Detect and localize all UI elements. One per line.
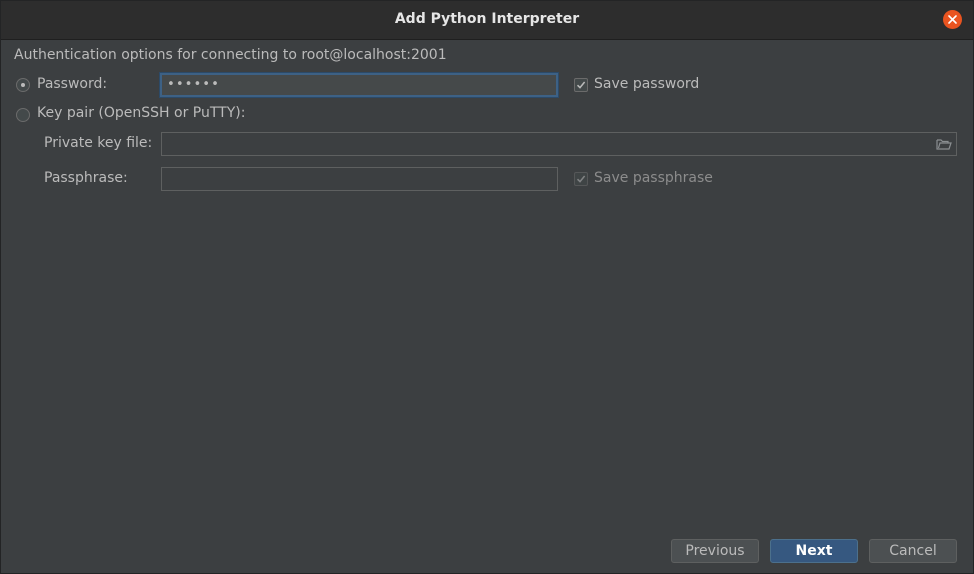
private-key-file-label: Private key file: <box>44 135 153 151</box>
checkmark-icon <box>576 81 586 89</box>
keypair-radio[interactable] <box>16 108 30 122</box>
checkmark-icon <box>576 175 586 183</box>
password-field[interactable]: •••••• <box>160 73 558 97</box>
close-button[interactable] <box>943 10 962 29</box>
passphrase-field[interactable] <box>161 167 558 191</box>
close-icon <box>948 15 957 24</box>
dialog-window: Add Python Interpreter Authentication op… <box>0 0 974 574</box>
next-button[interactable]: Next <box>770 539 858 563</box>
passphrase-label: Passphrase: <box>44 170 128 186</box>
save-password-checkbox[interactable] <box>574 78 588 92</box>
save-password-label: Save password <box>594 76 700 92</box>
radio-selected-dot <box>21 83 25 87</box>
keypair-label: Key pair (OpenSSH or PuTTY): <box>37 105 246 121</box>
folder-icon[interactable] <box>936 137 952 151</box>
auth-options-caption: Authentication options for connecting to… <box>14 47 447 63</box>
title-bar[interactable]: Add Python Interpreter <box>1 1 973 40</box>
previous-button[interactable]: Previous <box>671 539 759 563</box>
private-key-file-field[interactable] <box>161 132 957 156</box>
password-label: Password: <box>37 76 108 92</box>
password-radio[interactable] <box>16 78 30 92</box>
dialog-title: Add Python Interpreter <box>394 11 580 27</box>
save-passphrase-checkbox[interactable] <box>574 172 588 186</box>
save-passphrase-label: Save passphrase <box>594 170 713 186</box>
cancel-button[interactable]: Cancel <box>869 539 957 563</box>
